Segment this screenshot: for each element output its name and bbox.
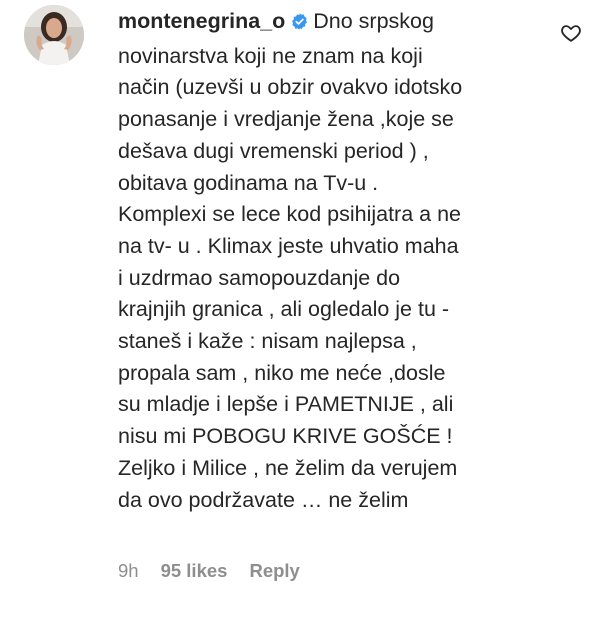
like-comment-button[interactable]	[560, 22, 582, 44]
comment-text-line: Dno srpskog	[313, 9, 434, 33]
comment-text-line: ponasanje i vredjanje žena ,koje se	[118, 107, 454, 132]
comment: montenegrina_o Dno srpskog novinarstva ko…	[0, 0, 592, 623]
comment-text-line: i uzdrmao samopouzdanje do	[118, 265, 401, 290]
comment-text-line: Komplexi se lece kod psihijatra a ne	[118, 202, 461, 227]
comment-text-line: dešava dugi vremenski period ) ,	[118, 138, 429, 163]
comment-first-line: montenegrina_o Dno srpskog	[118, 6, 538, 41]
verified-badge-icon	[290, 9, 309, 41]
comment-text-line: na tv- u . Klimax jeste uhvatio maha	[118, 233, 459, 258]
comment-text-line: novinarstva koji ne znam na koji	[118, 43, 423, 68]
likes-count[interactable]: 95 likes	[161, 560, 228, 582]
comment-text-line: staneš i kaže : nisam najlepsa ,	[118, 329, 417, 354]
comment-meta: 9h 95 likes Reply	[118, 560, 300, 582]
username-link[interactable]: montenegrina_o	[118, 9, 285, 33]
heart-outline-icon	[561, 25, 581, 42]
comment-text-line: su mladje i lepše i PAMETNIJE , ali	[118, 392, 454, 417]
comment-text-line: nisu mi POBOGU KRIVE GOŠĆE !	[118, 424, 453, 449]
comment-text-line: da ovo podržavate … ne želim	[118, 487, 409, 512]
comment-text-line: propala sam , niko me neće ,dosle	[118, 360, 446, 385]
avatar[interactable]	[24, 5, 84, 65]
comment-text-line: obitava godinama na Tv-u .	[118, 170, 379, 195]
profile-photo	[24, 5, 84, 65]
comment-timestamp[interactable]: 9h	[118, 560, 139, 582]
comment-text-line: način (uzevši u obzir ovakvo idotsko	[118, 75, 463, 100]
reply-button[interactable]: Reply	[249, 560, 299, 582]
comment-text-line: krajnjih granica , ali ogledalo je tu -	[118, 297, 450, 322]
comment-text-line: Zeljko i Milice , ne želim da verujem	[118, 455, 458, 480]
comment-body: montenegrina_o Dno srpskog novinarstva ko…	[118, 6, 538, 516]
